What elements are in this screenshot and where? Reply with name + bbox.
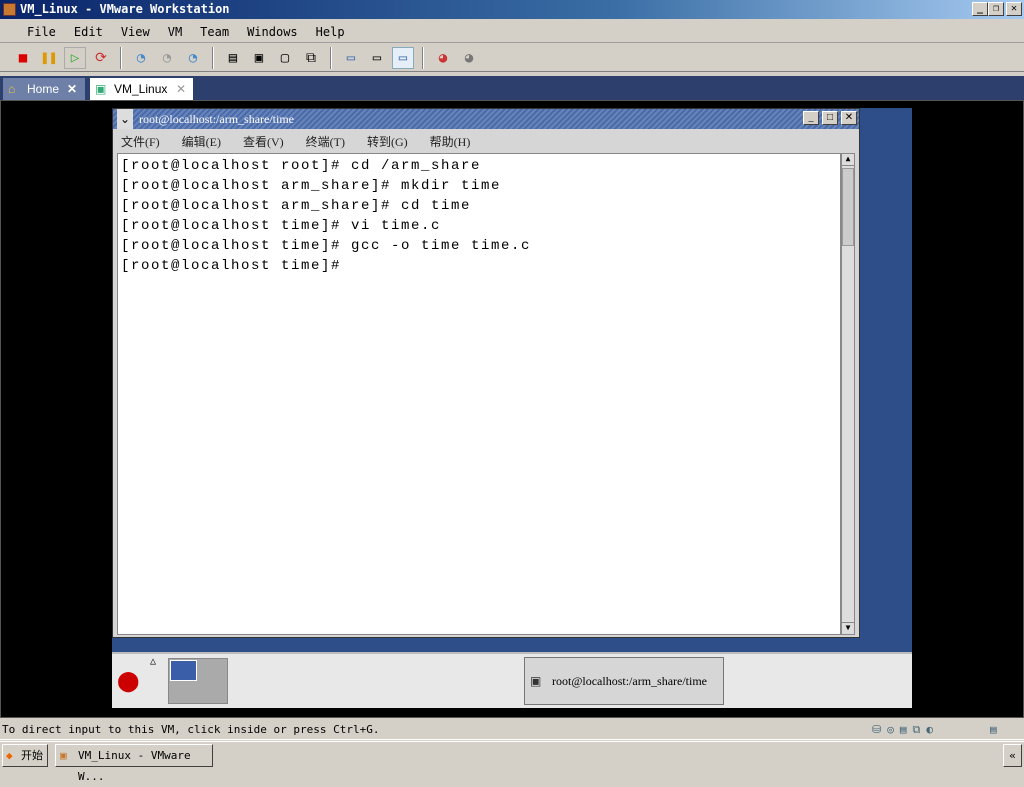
terminal-maximize-button[interactable]: □ — [822, 111, 838, 125]
window-menu-icon[interactable]: ⌄ — [117, 109, 133, 129]
terminal-minimize-button[interactable]: _ — [803, 111, 819, 125]
home-icon: ⌂ — [8, 82, 16, 96]
menu-windows[interactable]: Windows — [238, 25, 307, 39]
view-icon[interactable]: ▭ — [392, 46, 414, 69]
taskbar-task-label: VM_Linux - VMware W... — [78, 749, 191, 783]
revert-snapshot-icon[interactable]: ◔ — [156, 47, 178, 69]
terminal-window[interactable]: ⌄ root@localhost:/arm_share/time _ □ ✕ 文… — [112, 108, 860, 638]
tab-vm-linux[interactable]: ▣ VM_Linux ✕ — [90, 78, 193, 100]
menu-terminal[interactable]: 终端(T) — [306, 133, 345, 150]
start-button[interactable]: ◆ 开始 — [2, 744, 48, 767]
summary-icon[interactable]: ⧉ — [300, 47, 322, 69]
device-icons[interactable]: ⛁◎▤⧉◐ — [872, 719, 939, 740]
snapshot-icon[interactable]: ◔ — [130, 47, 152, 69]
terminal-output[interactable]: [root@localhost root]# cd /arm_share [roo… — [117, 153, 841, 635]
status-text: To direct input to this VM, click inside… — [2, 723, 380, 736]
windows-taskbar: ◆ 开始 ▣ VM_Linux - VMware W... « — [0, 741, 1024, 783]
record-icon[interactable]: ◕ — [432, 47, 454, 69]
snapshot-manager-icon[interactable]: ◔ — [182, 47, 204, 69]
terminal-line: [root@localhost time]# — [121, 258, 342, 274]
taskbar-vmware[interactable]: ▣ VM_Linux - VMware W... — [55, 744, 213, 783]
close-button[interactable]: ✕ — [1006, 2, 1022, 16]
power-off-icon[interactable]: ■ — [12, 47, 34, 69]
vm-icon: ▣ — [95, 82, 107, 96]
scroll-thumb[interactable] — [842, 168, 854, 246]
terminal-line: [root@localhost time]# gcc -o time time.… — [121, 238, 532, 254]
scroll-up-icon[interactable]: ▲ — [842, 154, 854, 166]
task-label: root@localhost:/arm_share/time — [552, 674, 708, 688]
tab-bar: ⌂ Home ✕ ▣ VM_Linux ✕ — [0, 76, 1024, 100]
scroll-down-icon[interactable]: ▼ — [842, 622, 854, 634]
menu-view[interactable]: View — [112, 25, 159, 39]
terminal-scrollbar[interactable]: ▲ ▼ — [841, 153, 855, 635]
terminal-line: [root@localhost arm_share]# cd time — [121, 198, 472, 214]
suspend-icon[interactable]: ❚❚ — [38, 47, 60, 69]
arrow-icon: △ — [150, 656, 157, 667]
message-log-icon[interactable]: ▤ — [990, 719, 997, 740]
workspace-switcher[interactable] — [168, 658, 228, 704]
terminal-title-bar[interactable]: ⌄ root@localhost:/arm_share/time _ □ ✕ — [113, 109, 859, 129]
menu-help[interactable]: Help — [307, 25, 354, 39]
terminal-line: [root@localhost root]# cd /arm_share — [121, 158, 482, 174]
menu-edit[interactable]: 编辑(E) — [182, 133, 221, 150]
tab-label: VM_Linux — [114, 82, 168, 96]
terminal-line: [root@localhost time]# vi time.c — [121, 218, 442, 234]
menu-view[interactable]: 查看(V) — [243, 133, 284, 150]
redhat-menu-icon[interactable]: ● — [118, 662, 138, 698]
terminal-title: root@localhost:/arm_share/time — [139, 112, 295, 126]
vmware-app-icon — [3, 3, 16, 16]
menu-edit[interactable]: Edit — [65, 25, 112, 39]
minimize-button[interactable]: _ — [972, 2, 988, 16]
power-on-icon[interactable]: ▷ — [64, 46, 86, 69]
console-icon[interactable]: ▭ — [366, 47, 388, 69]
sidebar-icon[interactable]: ▤ — [222, 47, 244, 69]
start-label: 开始 — [21, 749, 43, 762]
close-tab-icon[interactable]: ✕ — [67, 78, 77, 100]
tab-label: Home — [27, 82, 60, 96]
terminal-line: [root@localhost arm_share]# mkdir time — [121, 178, 502, 194]
menu-help[interactable]: 帮助(H) — [430, 133, 471, 150]
status-bar: To direct input to this VM, click inside… — [0, 719, 1024, 740]
vmware-icon: ▣ — [60, 749, 67, 762]
menu-file[interactable]: File — [18, 25, 65, 39]
close-tab-icon[interactable]: ✕ — [176, 78, 186, 100]
full-screen-icon[interactable]: ▢ — [274, 47, 296, 69]
tab-home[interactable]: ⌂ Home ✕ — [3, 78, 85, 100]
workspace-1[interactable] — [170, 660, 197, 681]
taskbar-task-terminal[interactable]: ▣ root@localhost:/arm_share/time — [524, 657, 724, 705]
menu-go[interactable]: 转到(G) — [367, 133, 408, 150]
menu-file[interactable]: 文件(F) — [121, 133, 160, 150]
terminal-icon: ▣ — [530, 674, 542, 688]
replay-icon[interactable]: ◕ — [458, 47, 480, 69]
show-tray-button[interactable]: « — [1003, 744, 1022, 767]
gnome-panel: ● △ ▣ root@localhost:/arm_share/time — [112, 652, 912, 708]
menu-vm[interactable]: VM — [159, 25, 191, 39]
toolbar: ■ ❚❚ ▷ ⟳ ◔ ◔ ◔ ▤ ▣ ▢ ⧉ ▭ ▭ ▭ ◕ ◕ — [0, 44, 1024, 72]
terminal-menu-bar: 文件(F) 编辑(E) 查看(V) 终端(T) 转到(G) 帮助(H) — [113, 129, 859, 153]
quick-switch-icon[interactable]: ▣ — [248, 47, 270, 69]
menu-team[interactable]: Team — [191, 25, 238, 39]
windows-logo-icon: ◆ — [6, 749, 13, 762]
window-title: VM_Linux - VMware Workstation — [20, 2, 230, 16]
restore-button[interactable]: ❐ — [988, 2, 1004, 16]
menu-bar: File Edit View VM Team Windows Help — [0, 21, 1024, 43]
title-bar: VM_Linux - VMware Workstation _ ❐ ✕ — [0, 0, 1024, 19]
reset-icon[interactable]: ⟳ — [90, 47, 112, 69]
terminal-close-button[interactable]: ✕ — [841, 111, 857, 125]
settings-icon[interactable]: ▭ — [340, 47, 362, 69]
